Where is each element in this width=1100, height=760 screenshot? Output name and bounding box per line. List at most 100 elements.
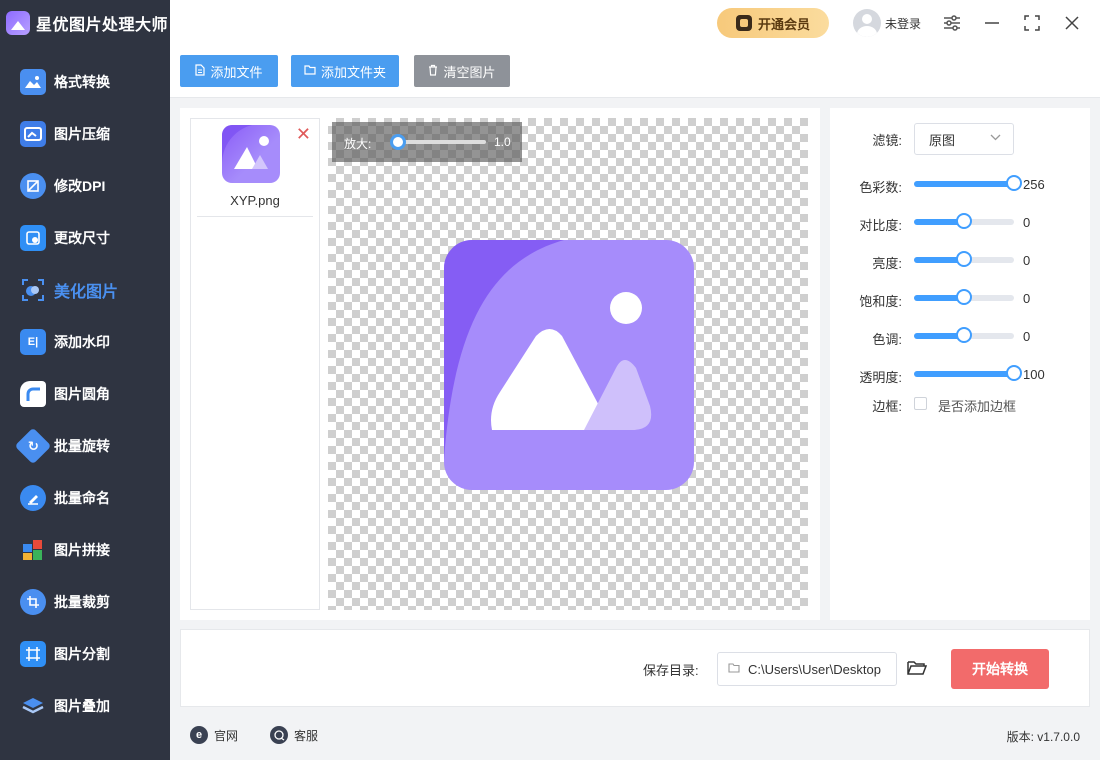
website-label: 官网 [214, 728, 239, 743]
sidebar-item-rotate[interactable]: ↻ 批量旋转 [0, 420, 170, 472]
color-count-slider[interactable] [914, 175, 1022, 191]
zoom-label: 放大: [344, 137, 372, 151]
sidebar-item-label: 图片叠加 [54, 698, 110, 714]
slider-handle[interactable] [956, 213, 972, 229]
sidebar-item-dpi[interactable]: 修改DPI [0, 160, 170, 212]
sidebar-item-label: 图片压缩 [54, 126, 110, 142]
save-directory-label: 保存目录: [643, 663, 699, 678]
toolbar: 添加文件 添加文件夹 清空图片 [170, 46, 1100, 98]
slider-handle[interactable] [1006, 365, 1022, 381]
slider-label: 亮度: [872, 256, 902, 271]
filter-select[interactable]: 原图 [914, 123, 1014, 155]
workspace-panel: ✕ XYP.png 放大: 1.0 [180, 108, 820, 620]
sidebar: 星优图片处理大师 格式转换 图片压缩 修改DPI 更改尺寸 美化图片 E| 添加… [0, 0, 170, 760]
sidebar-item-label: 图片分割 [54, 646, 110, 662]
add-border-checkbox-label: 是否添加边框 [938, 399, 1017, 414]
version-label: 版本: v1.7.0.0 [1006, 730, 1080, 744]
crown-icon [735, 15, 752, 31]
save-directory-field[interactable]: C:\Users\User\Desktop [717, 652, 897, 686]
add-folder-button[interactable]: 添加文件夹 [291, 55, 399, 87]
slider-handle[interactable] [1006, 175, 1022, 191]
maximize-icon[interactable] [1021, 12, 1043, 34]
website-link[interactable]: e 官网 [190, 726, 238, 744]
top-bar: 开通会员 未登录 [170, 0, 1100, 46]
slider-handle[interactable] [956, 327, 972, 343]
slider-value: 0 [1023, 291, 1031, 306]
slider-label: 透明度: [859, 370, 902, 385]
contrast-slider[interactable] [914, 213, 1014, 229]
slider-label: 饱和度: [859, 294, 902, 309]
sidebar-item-format-convert[interactable]: 格式转换 [0, 56, 170, 108]
vip-button[interactable]: 开通会员 [717, 8, 829, 38]
zoom-value: 1.0 [494, 135, 511, 149]
close-icon[interactable] [1061, 12, 1083, 34]
support-label: 客服 [294, 728, 319, 743]
sidebar-item-crop[interactable]: 批量裁剪 [0, 576, 170, 628]
output-panel: 保存目录: C:\Users\User\Desktop 开始转换 [180, 629, 1090, 707]
sidebar-item-rename[interactable]: 批量命名 [0, 472, 170, 524]
add-border-checkbox[interactable] [914, 397, 927, 410]
brightness-slider[interactable] [914, 251, 1014, 267]
sidebar-item-beautify[interactable]: 美化图片 [0, 264, 170, 316]
user-status: 未登录 [885, 16, 922, 31]
zoom-slider-handle[interactable] [390, 134, 406, 150]
image-preview: 放大: 1.0 [328, 118, 808, 610]
slider-value: 0 [1023, 215, 1031, 230]
app-title: 星优图片处理大师 [6, 10, 168, 36]
slider-fill [914, 181, 1014, 187]
sidebar-item-watermark[interactable]: E| 添加水印 [0, 316, 170, 368]
add-file-button[interactable]: 添加文件 [180, 55, 278, 87]
slider-handle[interactable] [956, 251, 972, 267]
sidebar-nav: 格式转换 图片压缩 修改DPI 更改尺寸 美化图片 E| 添加水印 图片圆角 ↻… [0, 56, 170, 732]
zoom-slider-track[interactable] [394, 140, 486, 144]
sidebar-item-rounded-corner[interactable]: 图片圆角 [0, 368, 170, 420]
sidebar-item-label: 添加水印 [54, 334, 110, 350]
minimize-icon[interactable] [981, 12, 1003, 34]
slider-value: 0 [1023, 253, 1031, 268]
sidebar-item-resize[interactable]: 更改尺寸 [0, 212, 170, 264]
watermark-icon: E| [20, 329, 46, 355]
split-icon [20, 641, 46, 667]
filter-value: 原图 [929, 132, 956, 148]
filter-label: 滤镜: [872, 133, 902, 148]
chat-icon [270, 726, 288, 744]
sidebar-item-stitch[interactable]: 图片拼接 [0, 524, 170, 576]
start-convert-button[interactable]: 开始转换 [951, 649, 1049, 689]
list-item[interactable]: ✕ XYP.png [197, 119, 313, 217]
sidebar-item-split[interactable]: 图片分割 [0, 628, 170, 680]
sidebar-item-label: 图片圆角 [54, 386, 110, 402]
settings-sliders-icon[interactable] [941, 12, 963, 34]
slider-handle[interactable] [956, 289, 972, 305]
slider-value: 100 [1023, 367, 1045, 382]
support-link[interactable]: 客服 [270, 726, 318, 744]
beautify-icon [20, 277, 46, 303]
hue-slider[interactable] [914, 327, 1014, 343]
folder-outline-icon [728, 662, 740, 676]
sidebar-item-label: 图片拼接 [54, 542, 110, 558]
image-thumbnail [222, 125, 280, 183]
border-label: 边框: [872, 399, 902, 414]
login-button[interactable]: 未登录 [853, 9, 921, 37]
add-folder-label: 添加文件夹 [320, 64, 386, 80]
overlay-icon [20, 693, 46, 719]
browse-folder-icon[interactable] [905, 656, 929, 680]
sidebar-item-label: 美化图片 [54, 284, 119, 301]
app-title-text: 星优图片处理大师 [36, 17, 169, 34]
zoom-control: 放大: 1.0 [332, 122, 522, 162]
sidebar-item-overlay[interactable]: 图片叠加 [0, 680, 170, 732]
clear-images-button[interactable]: 清空图片 [414, 55, 510, 87]
opacity-slider[interactable] [914, 365, 1022, 381]
resize-icon [20, 225, 46, 251]
rotate-icon: ↻ [14, 427, 52, 465]
saturation-slider[interactable] [914, 289, 1014, 305]
settings-panel: 滤镜: 原图 色彩数: 256 对比度: 0 亮度: 0 饱和度: 0 色调: … [830, 108, 1090, 620]
slider-value: 0 [1023, 329, 1031, 344]
rounded-corner-icon [20, 381, 46, 407]
sidebar-item-label: 批量旋转 [54, 438, 110, 454]
chevron-down-icon [990, 132, 1001, 144]
footer: e 官网 客服 版本: v1.7.0.0 [170, 712, 1100, 760]
remove-file-icon[interactable]: ✕ [296, 125, 311, 143]
sidebar-item-compress[interactable]: 图片压缩 [0, 108, 170, 160]
preview-image [444, 240, 694, 490]
clear-images-label: 清空图片 [443, 64, 496, 80]
